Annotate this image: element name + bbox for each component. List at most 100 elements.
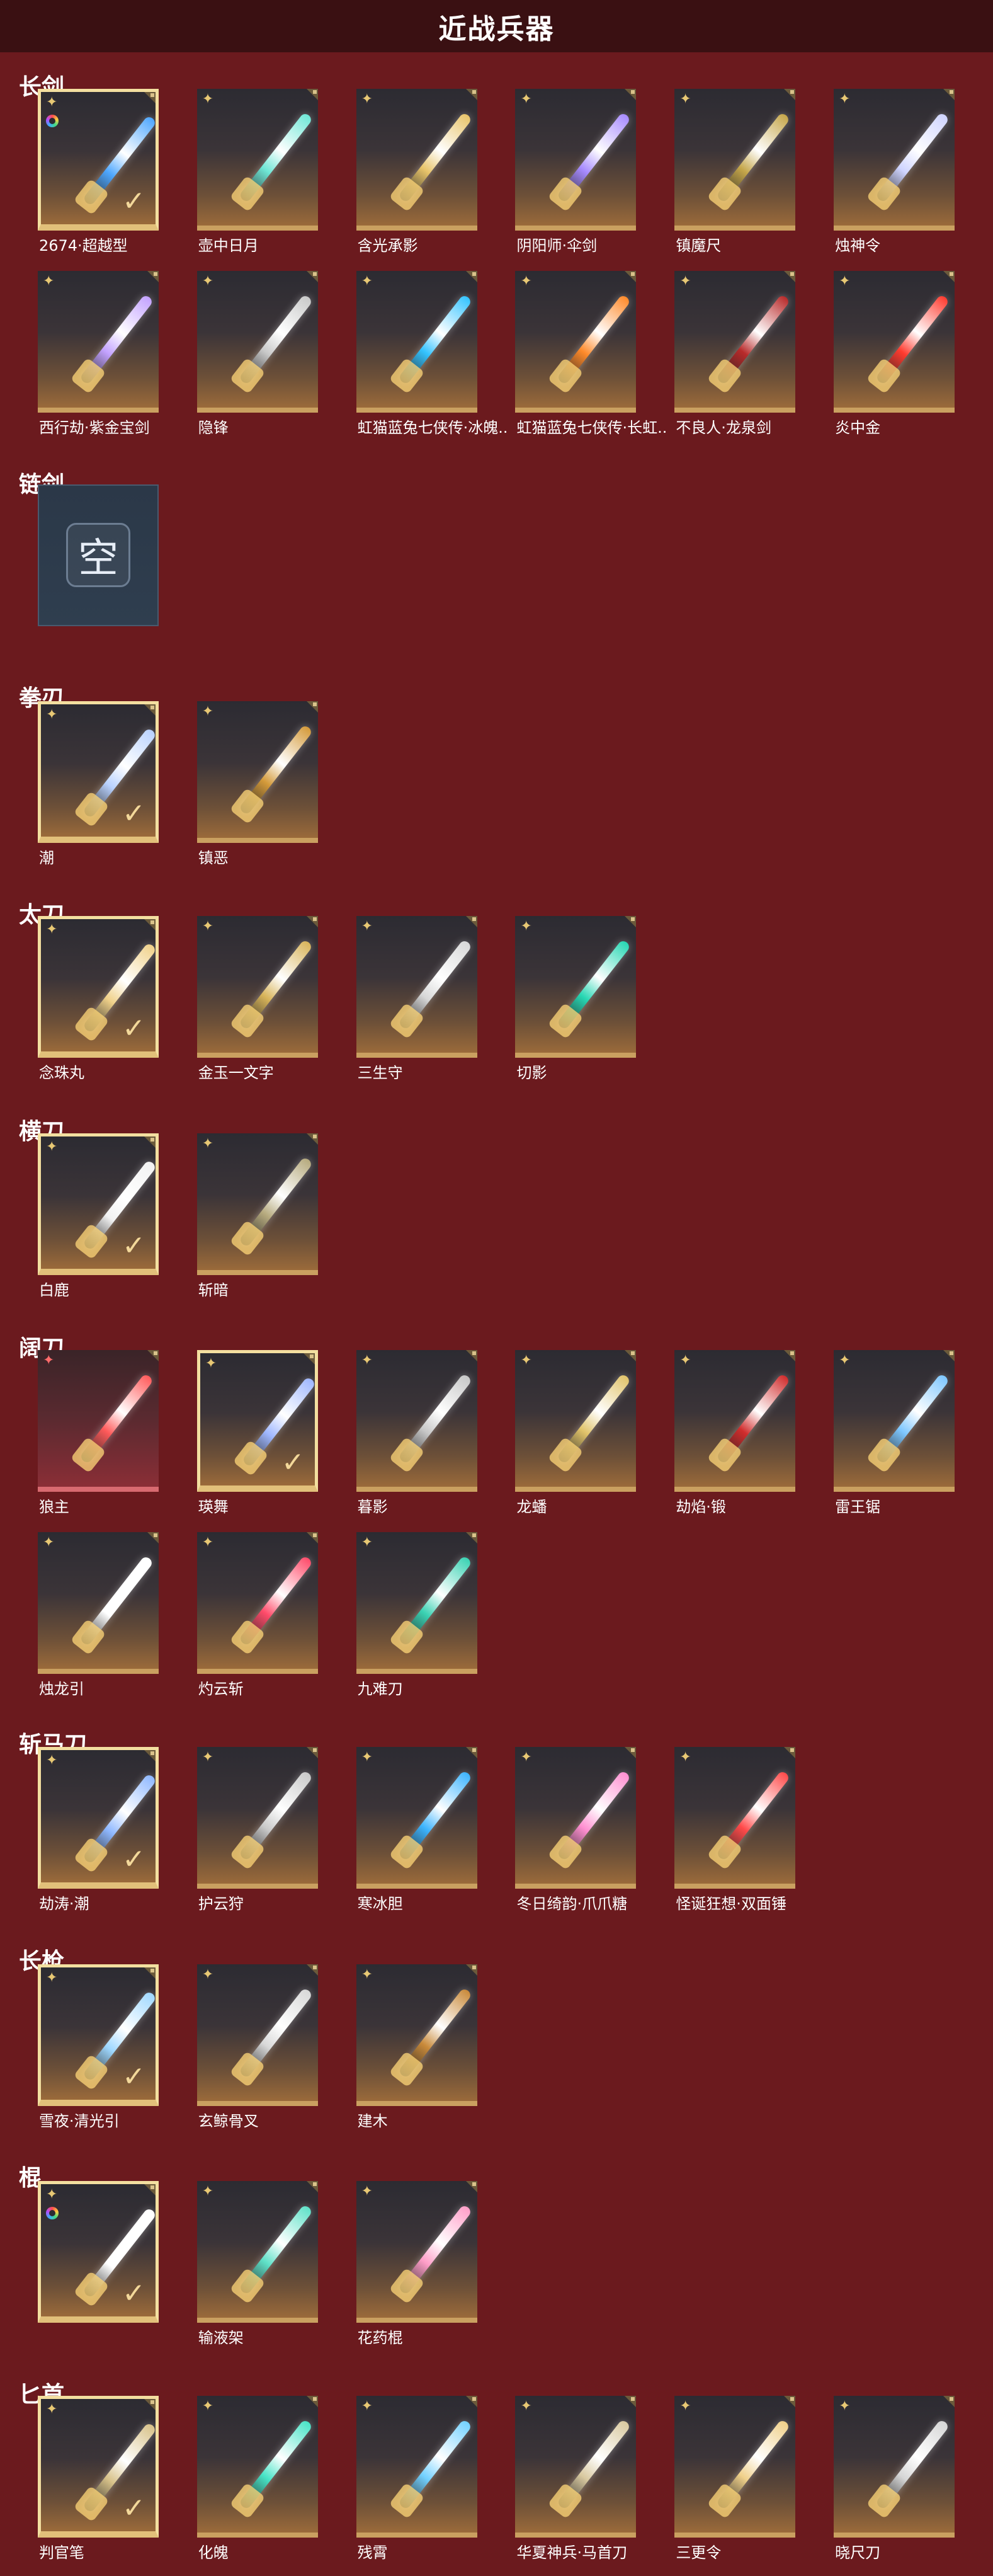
weapon-name: 烛龙引 [38,1680,84,1698]
weapon-name: 雷王锯 [835,1497,881,1516]
weapon-tile[interactable]: ✦ [674,271,796,413]
corner-badge-icon [943,2396,955,2408]
weapon-tile[interactable]: ✦ [674,1747,796,1889]
weapon-image [397,112,473,203]
corner-badge-icon [144,2399,156,2411]
weapon-tile[interactable]: ✦ [196,2396,318,2538]
weapon-tile[interactable]: ✦ ✓ [37,2180,159,2323]
weapon-tile[interactable]: ✦ [196,701,318,844]
gold-rank-icon: ✦ [361,1749,373,1766]
gold-rank-icon: ✦ [520,2398,532,2415]
weapon-name: 白鹿 [38,1281,69,1299]
gold-rank-icon: ✦ [679,1749,691,1766]
weapon-tile[interactable]: ✦ [196,271,318,413]
gold-rank-icon: ✦ [45,2186,58,2202]
weapon-name: 壶中日月 [198,236,259,255]
weapon-tile[interactable]: ✦ [834,2396,955,2538]
gold-rank-icon: ✦ [201,2398,214,2415]
corner-badge-icon [943,88,955,100]
corner-badge-icon [306,2396,318,2408]
weapon-tile[interactable]: ✦ [515,1349,637,1492]
weapon-tile[interactable]: ✦ [356,2396,477,2538]
weapon-tile[interactable]: ✦ [834,271,955,413]
gold-rank-icon: ✦ [679,273,691,290]
weapon-name: 西行劫·紫金宝剑 [38,419,150,437]
weapon-tile[interactable]: ✦ [37,1349,159,1492]
weapon-image [397,1373,473,1465]
weapon-name: 斩暗 [198,1281,229,1299]
weapon-tile[interactable]: ✦ [674,88,796,231]
weapon-tile[interactable]: ✦ [356,1531,477,1674]
corner-badge-icon [943,271,955,283]
weapon-tile[interactable]: ✦ [196,1747,318,1889]
weapon-tile[interactable]: ✦ [196,1531,318,1674]
weapon-tile[interactable]: ✦ ✓ [196,1349,318,1492]
weapon-image [397,294,473,386]
weapon-tile[interactable]: ✦ [515,271,637,413]
weapon-image [82,1989,156,2082]
gold-rank-icon: ✦ [205,1355,217,1371]
corner-badge-icon [625,1747,637,1759]
weapon-tile[interactable]: ✦ [356,271,477,413]
weapon-tile[interactable]: ✦ ✓ [37,916,159,1058]
weapon-image [875,112,950,203]
weapon-image [79,1555,154,1647]
weapon-image [715,112,791,203]
corner-badge-icon [784,2396,796,2408]
weapon-image [82,2207,156,2299]
weapon-tile[interactable]: ✦ ✓ [37,88,159,231]
empty-weapon-slot[interactable]: 空 [37,484,159,626]
weapon-image [238,1770,314,1862]
weapon-image [397,1770,473,1862]
weapon-tile[interactable]: ✦ [515,2396,637,2538]
corner-badge-icon [144,2184,156,2195]
weapon-tile[interactable]: ✦ [356,2180,477,2323]
gold-rank-icon: ✦ [45,2401,58,2418]
weapon-tile[interactable]: ✦ [356,88,477,231]
corner-badge-icon [144,91,156,103]
weapon-tile[interactable]: ✦ [515,1747,637,1889]
corner-badge-icon [306,2180,318,2192]
rainbow-icon [45,2206,59,2219]
weapon-tile[interactable]: ✦ [356,1964,477,2106]
gold-rank-icon: ✦ [45,1753,58,1769]
weapon-name: 虹猫蓝兔七侠传·冰魄... [357,419,509,437]
weapon-tile[interactable]: ✦ ✓ [37,2396,159,2538]
weapon-tile[interactable]: ✦ [37,271,159,413]
weapon-tile[interactable]: ✦ [834,88,955,231]
corner-badge-icon [144,1967,156,1979]
weapon-tile[interactable]: ✦ ✓ [37,1747,159,1889]
weapon-tile[interactable]: ✦ [515,916,637,1058]
weapon-tile[interactable]: ✦ [37,1531,159,1674]
weapon-tile[interactable]: ✦ [834,1349,955,1492]
weapon-tile[interactable]: ✦ [196,1133,318,1275]
weapon-image [875,2419,950,2510]
weapon-tile[interactable]: ✦ [356,916,477,1058]
weapon-image [238,1986,314,2079]
weapon-tile[interactable]: ✦ [674,2396,796,2538]
weapon-name: 晓尺刀 [835,2544,881,2562]
corner-badge-icon [625,1349,637,1361]
weapon-tile[interactable]: ✦ [674,1349,796,1492]
weapon-image [557,939,632,1031]
weapon-tile[interactable]: ✦ [356,1747,477,1889]
weapon-image [557,2419,632,2510]
weapon-image [397,939,473,1031]
gold-rank-icon: ✦ [520,1749,532,1766]
weapon-tile[interactable]: ✦ [196,2180,318,2323]
weapon-tile[interactable]: ✦ [196,88,318,231]
weapon-tile[interactable]: ✦ ✓ [37,701,159,844]
weapon-name: 输液架 [198,2328,244,2347]
weapon-tile[interactable]: ✦ [356,1349,477,1492]
weapon-tile[interactable]: ✦ [196,1964,318,2106]
gold-rank-icon: ✦ [201,1966,214,1983]
gold-rank-icon: ✦ [45,922,58,938]
weapon-name: 暮影 [357,1497,388,1516]
weapon-tile[interactable]: ✦ ✓ [37,1964,159,2106]
weapon-tile[interactable]: ✦ ✓ [37,1133,159,1275]
corner-badge-icon [147,1531,159,1543]
gold-rank-icon: ✦ [361,91,373,107]
weapon-tile[interactable]: ✦ [196,916,318,1058]
weapon-name: 玄鲸骨叉 [198,2112,259,2130]
weapon-tile[interactable]: ✦ [515,88,637,231]
